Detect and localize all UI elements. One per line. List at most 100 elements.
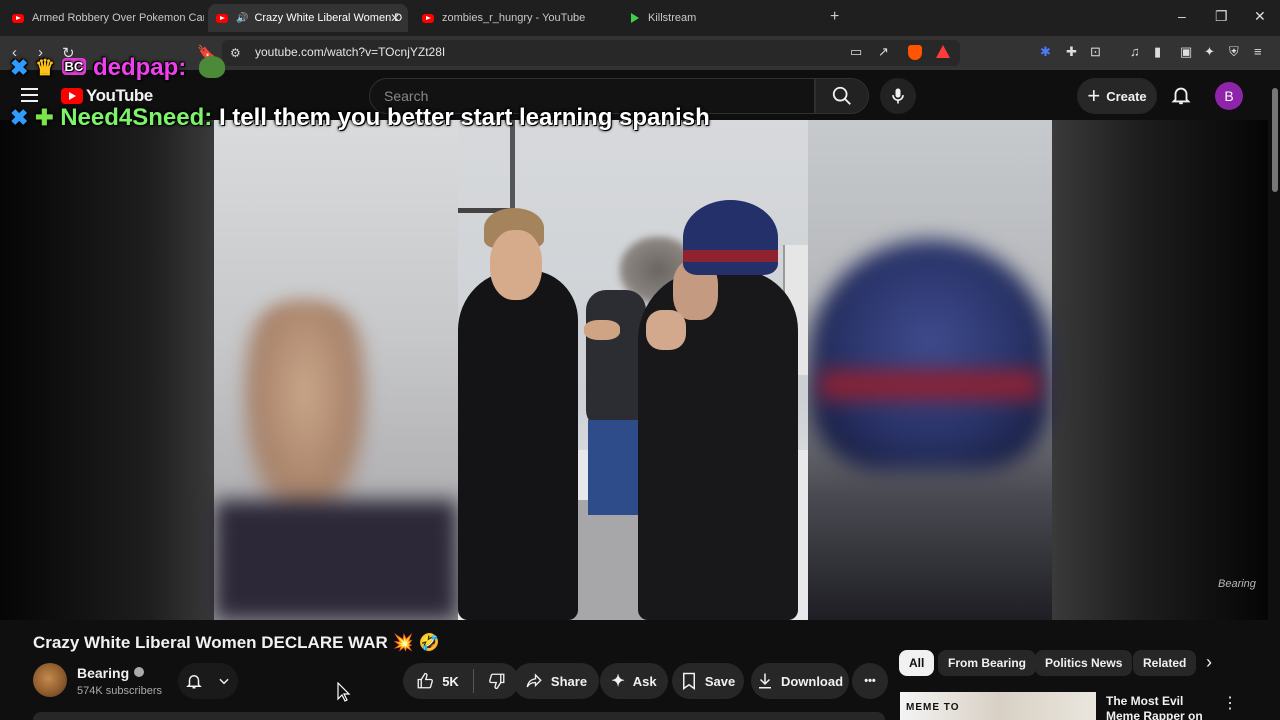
chat-username: Need4Sneed: — [60, 104, 213, 131]
download-icon — [758, 673, 771, 689]
blurred-beanie — [810, 240, 1050, 470]
bc-badge-icon: BC — [61, 58, 87, 75]
maximize-button[interactable]: ❐ — [1215, 8, 1228, 25]
extensions-icon[interactable]: ✚ — [1066, 44, 1077, 60]
video-title-emojis: 💥 🤣 — [392, 633, 440, 652]
video-player[interactable] — [0, 120, 1268, 620]
microphone-icon — [892, 88, 904, 104]
chip-all[interactable]: All — [899, 650, 935, 676]
chat-message: ✖ ✚ Need4Sneed: I tell them you better s… — [10, 104, 710, 132]
vpn-icon[interactable]: ⛨ — [1229, 44, 1239, 60]
video-frame — [458, 120, 808, 620]
recommendation-title[interactable]: The Most Evil Meme Rapper on the — [1106, 694, 1218, 720]
url-text[interactable]: youtube.com/watch?v=TOcnjYZt28I — [255, 45, 445, 59]
browser-tab[interactable]: zombies_r_hungry - YouTube — [414, 4, 614, 32]
minimize-button[interactable]: – — [1178, 8, 1186, 24]
new-tab-button[interactable]: + — [830, 8, 839, 26]
create-label: Create — [1106, 88, 1147, 104]
voice-search-button[interactable] — [880, 78, 916, 114]
share-page-icon[interactable]: ↗ — [878, 44, 889, 60]
scrollbar-thumb[interactable] — [1272, 88, 1278, 192]
bell-icon — [186, 675, 202, 689]
dislike-icon[interactable] — [488, 672, 506, 690]
save-label: Save — [704, 673, 736, 689]
chevron-down-icon — [219, 678, 229, 685]
street-pole — [510, 120, 515, 210]
reporter-coat — [458, 270, 578, 620]
tab-title: Crazy White Liberal Women D — [254, 12, 403, 24]
person-background — [586, 290, 646, 430]
browser-tab-active[interactable]: 🔊 Crazy White Liberal Women D ✕ — [208, 4, 408, 32]
youtube-icon — [422, 13, 434, 23]
description-box[interactable] — [33, 712, 885, 720]
beanie-hat — [683, 200, 778, 275]
frog-emote-icon — [198, 56, 225, 78]
hamburger-menu-icon[interactable] — [21, 88, 38, 102]
youtube-logo[interactable]: YouTube — [61, 86, 153, 106]
share-label: Share — [550, 673, 588, 689]
browser-tab[interactable]: Armed Robbery Over Pokemon Card — [4, 4, 204, 32]
plus-icon: + — [1087, 83, 1101, 108]
bookmark-save-icon — [682, 672, 695, 690]
chip-politics-news[interactable]: Politics News — [1035, 650, 1133, 676]
media-icon[interactable]: ♫ — [1130, 44, 1140, 59]
channel-name[interactable]: Bearing — [77, 665, 145, 681]
wallet-icon[interactable]: ▣ — [1180, 44, 1192, 60]
share-icon — [526, 673, 542, 688]
verified-icon — [134, 667, 145, 677]
youtube-logo-text: YouTube — [86, 86, 153, 105]
kebab-menu-icon[interactable]: ⋮ — [1222, 693, 1238, 713]
browser-tab-bar: Armed Robbery Over Pokemon Card 🔊 Crazy … — [0, 0, 1280, 36]
beanie-stripe — [683, 250, 778, 262]
tab-title: Killstream — [648, 12, 697, 24]
blurred-face — [240, 300, 370, 530]
thumbnail-text: MEME TO — [906, 702, 960, 713]
blurred-body — [214, 500, 458, 620]
create-button[interactable]: + Create — [1077, 78, 1157, 114]
ask-button[interactable]: ✦ Ask — [600, 663, 668, 699]
close-tab-icon[interactable]: ✕ — [390, 11, 400, 25]
browser-tab[interactable]: Killstream — [620, 4, 820, 32]
crown-badge-icon: ♛ — [35, 55, 55, 80]
sword-badge-icon: ✖ — [10, 55, 29, 80]
youtube-play-icon — [61, 88, 83, 104]
tab-title: Armed Robbery Over Pokemon Card — [32, 12, 204, 24]
video-vignette-left — [0, 120, 214, 620]
save-button[interactable]: Save — [672, 663, 744, 699]
cast-icon[interactable]: ▭ — [850, 44, 862, 60]
clasped-hands — [646, 310, 686, 350]
notifications-bell-icon[interactable] — [1170, 84, 1192, 106]
extension-icon[interactable]: ✱ — [1040, 44, 1051, 60]
person-legs — [588, 420, 638, 515]
killstream-icon — [628, 12, 640, 24]
share-button[interactable]: Share — [513, 663, 599, 699]
divider — [472, 669, 474, 693]
account-avatar[interactable]: B — [1215, 82, 1243, 110]
recommendation-thumbnail[interactable]: MEME TO — [900, 692, 1096, 720]
brave-shield-icon[interactable] — [908, 45, 922, 60]
brave-rewards-icon[interactable] — [936, 45, 950, 58]
screenshot-icon[interactable]: ⊡ — [1090, 44, 1101, 60]
sparkle-icon: ✦ — [611, 673, 625, 690]
close-window-button[interactable]: ✕ — [1254, 8, 1266, 25]
sidebar-icon[interactable]: ▮ — [1154, 44, 1161, 60]
site-info-icon[interactable]: ⚙ — [230, 46, 241, 60]
like-icon[interactable] — [416, 672, 434, 690]
search-icon — [832, 86, 851, 105]
subscribed-notification-button[interactable] — [178, 663, 238, 699]
chip-from-bearing[interactable]: From Bearing — [938, 650, 1037, 676]
menu-icon[interactable]: ≡ — [1254, 44, 1262, 59]
leo-ai-icon[interactable]: ✦ — [1204, 44, 1215, 60]
chat-message: ✖ ♛ BC dedpap: — [10, 54, 225, 82]
search-button[interactable] — [815, 78, 869, 114]
channel-avatar[interactable] — [33, 663, 67, 697]
chat-username: dedpap: — [92, 54, 187, 81]
more-actions-button[interactable]: ••• — [852, 663, 888, 699]
chevron-right-icon[interactable]: › — [1206, 652, 1212, 673]
gem-badge-icon: ✚ — [35, 105, 54, 130]
chip-related[interactable]: Related — [1133, 650, 1197, 676]
speaker-icon[interactable]: 🔊 — [236, 13, 248, 24]
like-count[interactable]: 5K — [442, 674, 459, 689]
download-button[interactable]: Download — [751, 663, 849, 699]
blurred-beanie-stripe — [820, 370, 1040, 400]
